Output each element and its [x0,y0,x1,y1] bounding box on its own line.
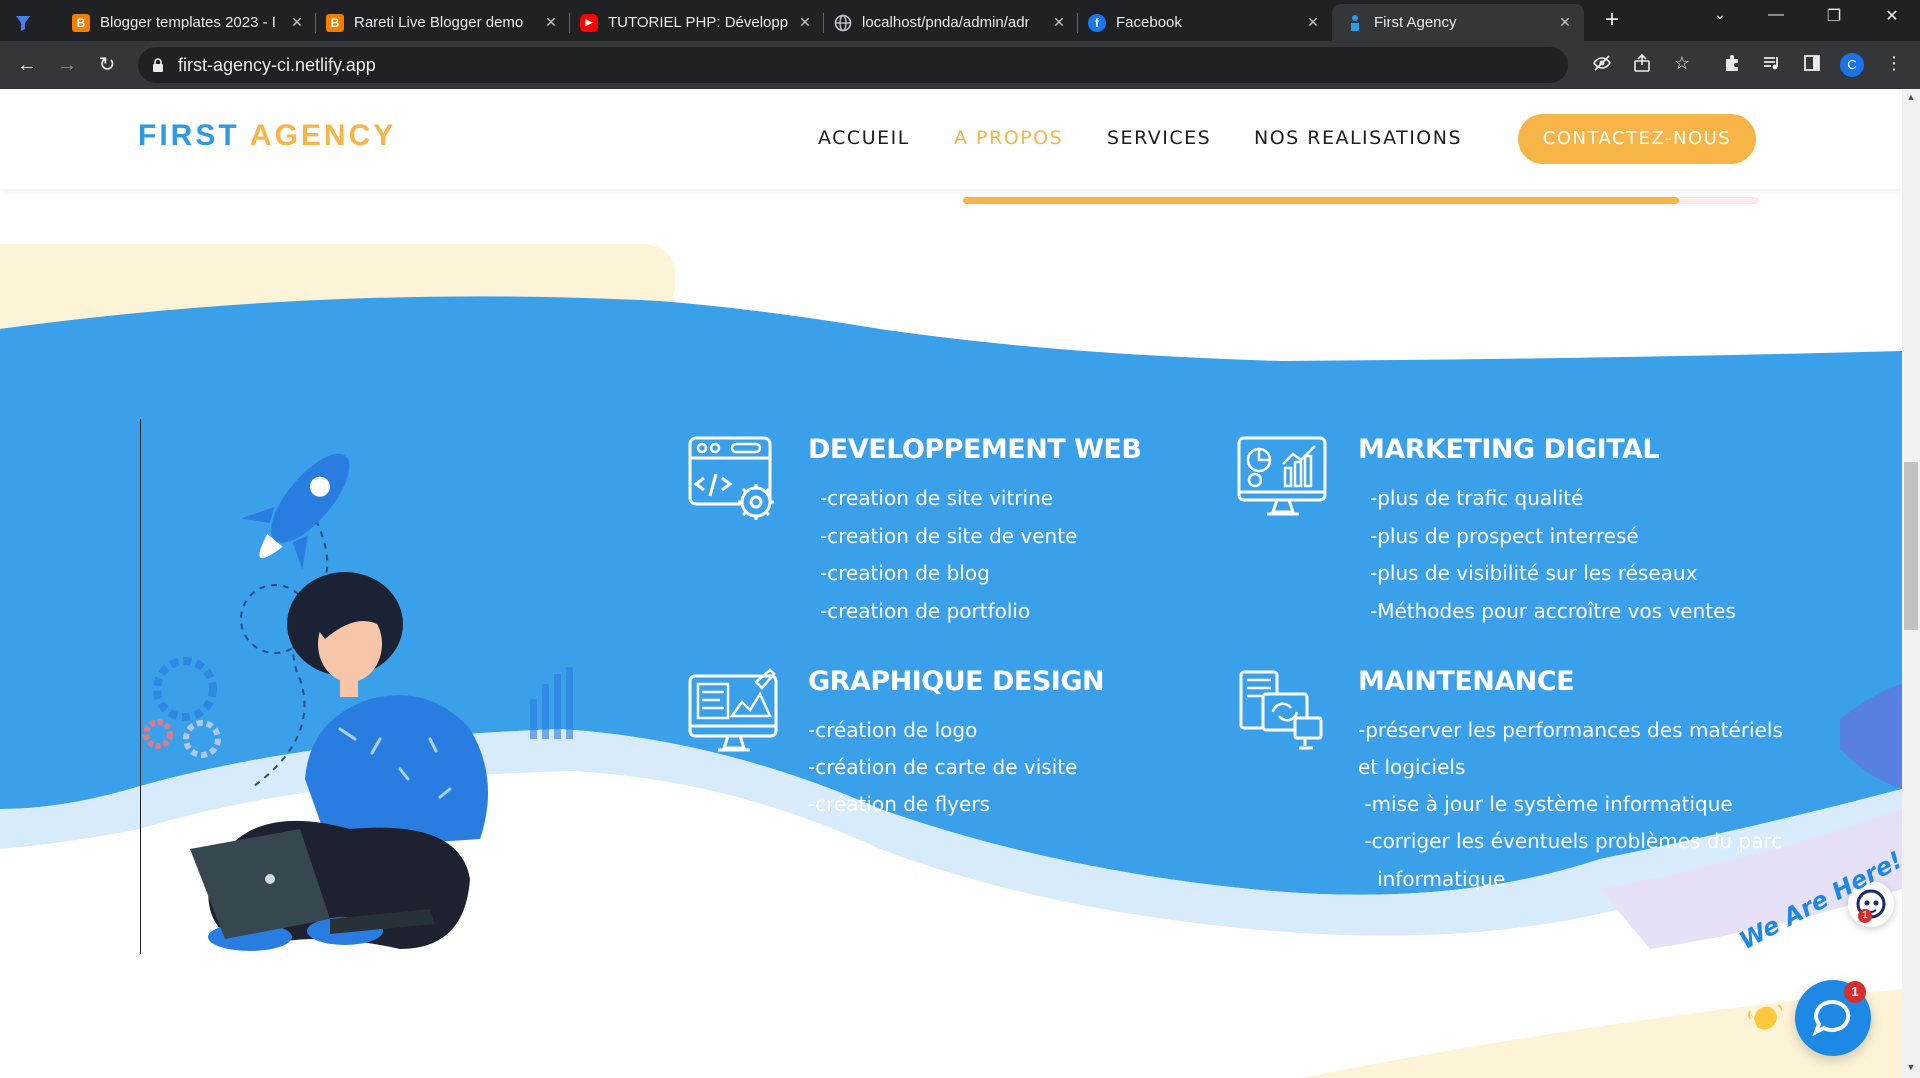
service-title-marketing: MARKETING DIGITAL [1358,434,1660,465]
tab-blogger-templates[interactable]: B Blogger templates 2023 - I ✕ [70,4,316,41]
waving-hand-icon [1748,1001,1783,1038]
service-title-maintenance: MAINTENANCE [1358,666,1575,697]
service-item: -plus de prospect interresé [1370,524,1639,548]
tab-pinned[interactable] [14,4,70,41]
service-title-web: DEVELOPPEMENT WEB [808,434,1142,465]
site-icon [1346,14,1364,32]
tab-tutoriel-php[interactable]: ▶ TUTORIEL PHP: Développe ✕ [580,4,824,41]
more-menu-icon[interactable]: ⋮ [1882,53,1906,74]
service-item: -creation de blog [820,561,990,585]
filter-icon [14,14,32,32]
scroll-up-arrow-icon[interactable]: ▲ [1904,92,1918,106]
media-queue-icon[interactable] [1760,53,1784,78]
close-icon[interactable]: ✕ [1304,13,1322,31]
close-icon[interactable]: ✕ [796,13,814,31]
service-title-design: GRAPHIQUE DESIGN [808,666,1105,697]
chatbot-notification-badge: 1 [1858,909,1872,923]
service-item: -création de logo [808,718,978,742]
youtube-icon: ▶ [580,13,598,32]
service-item: -préserver les performances des matériel… [1358,718,1783,742]
nav-services[interactable]: SERVICES [1107,127,1211,149]
profile-avatar[interactable]: C [1840,53,1864,77]
nav-accueil[interactable]: ACCUEIL [818,127,910,149]
service-item: et logiciels [1358,755,1466,779]
eye-off-icon[interactable] [1590,53,1614,78]
maintenance-icon [1239,670,1323,750]
logo-first: FIRST [138,119,240,152]
tab-facebook[interactable]: f Facebook ✕ [1088,4,1332,41]
tab-title: First Agency [1374,14,1457,31]
page-viewport: FIRST AGENCY ACCUEIL A PROPOS SERVICES N… [0,89,1902,1078]
lock-icon [152,58,166,72]
facebook-icon: f [1088,13,1106,32]
tab-title: Rareti Live Blogger demo [354,14,524,31]
bookmark-star-icon[interactable]: ☆ [1670,53,1694,74]
service-item: -plus de trafic qualité [1370,486,1584,510]
tab-rareti-demo[interactable]: B Rareti Live Blogger demo ✕ [326,4,570,41]
decorative-vertical-line [140,419,141,954]
service-item: informatique [1358,867,1506,891]
tab-title: Blogger templates 2023 - I [100,14,276,31]
site-header: FIRST AGENCY ACCUEIL A PROPOS SERVICES N… [0,89,1902,189]
marketing-chart-icon [1237,436,1327,516]
close-icon[interactable]: ✕ [1050,13,1068,31]
browser-tab-bar: B Blogger templates 2023 - I ✕ B Rareti … [0,0,1920,41]
tab-title: Facebook [1116,14,1182,31]
service-item: -Méthodes pour accroître vos ventes [1370,599,1736,623]
logo-agency: AGENCY [249,119,397,152]
contact-button[interactable]: CONTACTEZ-NOUS [1518,114,1756,164]
url-text[interactable]: first-agency-ci.netlify.app [178,55,376,76]
extensions-puzzle-icon[interactable] [1720,53,1744,78]
share-icon[interactable] [1630,53,1654,78]
close-icon[interactable]: ✕ [1556,13,1574,31]
site-logo[interactable]: FIRST AGENCY [138,119,396,153]
scroll-down-arrow-icon[interactable]: ▼ [1904,1062,1918,1076]
close-icon[interactable]: ✕ [288,13,306,31]
web-dev-icon [688,436,774,520]
minimize-icon[interactable]: — [1760,6,1792,24]
page-scrollbar-thumb[interactable] [1904,462,1918,630]
window-close-icon[interactable]: ✕ [1876,6,1908,26]
blogger-icon: B [72,13,90,32]
new-tab-icon[interactable]: + [1600,8,1624,32]
service-item: -creation de portfolio [820,599,1031,623]
scroll-progress-bar [963,197,1759,204]
address-bar[interactable]: first-agency-ci.netlify.app [138,47,1568,83]
service-item: -création de carte de visite [808,755,1078,779]
reload-icon[interactable]: ↻ [94,53,120,77]
chat-notification-badge: 1 [1844,981,1866,1003]
tab-search-chevron-icon[interactable]: ⌄ [1704,6,1736,23]
service-item: -creation de site de vente [820,524,1078,548]
graphic-design-icon [688,668,778,752]
scroll-progress-fill [963,197,1680,204]
globe-icon [834,14,852,32]
tab-title: localhost/pnda/admin/adr [862,14,1030,31]
blogger-icon: B [326,13,344,32]
address-toolbar: ← → ↻ first-agency-ci.netlify.app ☆ C ⋮ [0,41,1920,89]
restore-icon[interactable]: ❐ [1818,6,1850,26]
nav-nos-realisations[interactable]: NOS REALISATIONS [1254,127,1462,149]
service-item: -creation de site vitrine [820,486,1054,510]
forward-arrow-icon[interactable]: → [54,53,80,77]
tab-title: TUTORIEL PHP: Développe [608,14,788,31]
service-item: -mise à jour le système informatique [1358,792,1733,816]
tab-first-agency[interactable]: First Agency ✕ [1332,4,1584,41]
service-item: -corriger les éventuels problèmes du par… [1358,829,1783,853]
hero-illustration [143,453,573,951]
service-item: -plus de visibilité sur les réseaux [1370,561,1698,585]
close-icon[interactable]: ✕ [542,13,560,31]
nav-a-propos[interactable]: A PROPOS [954,127,1063,149]
back-arrow-icon[interactable]: ← [14,53,40,77]
side-panel-icon[interactable] [1800,53,1824,78]
service-item: -création de flyers [808,792,990,816]
tab-localhost[interactable]: localhost/pnda/admin/adr ✕ [834,4,1078,41]
